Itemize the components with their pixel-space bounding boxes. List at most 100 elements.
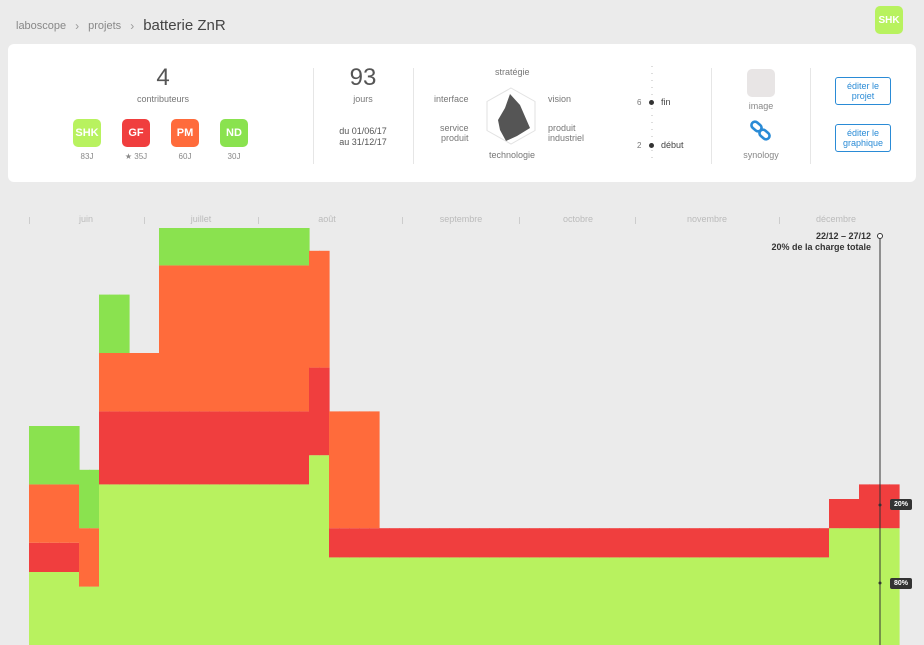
chart-segment-shk[interactable] [469, 557, 480, 645]
chart-segment-gf[interactable] [379, 528, 390, 558]
edit-chart-button[interactable]: éditer le graphique [835, 124, 891, 152]
chart-segment-gf[interactable] [819, 528, 830, 558]
chart-segment-gf[interactable] [149, 411, 160, 485]
chart-segment-shk[interactable] [319, 455, 330, 645]
chart-segment-gf[interactable] [709, 528, 720, 558]
chart-segment-gf[interactable] [569, 528, 580, 558]
chart-segment-shk[interactable] [259, 484, 270, 645]
chart-segment-gf[interactable] [219, 411, 230, 485]
chart-segment-gf[interactable] [769, 528, 780, 558]
chart-segment-pm[interactable] [149, 353, 160, 412]
chart-segment-gf[interactable] [869, 484, 880, 529]
chart-segment-shk[interactable] [729, 557, 740, 645]
chart-segment-shk[interactable] [219, 484, 230, 645]
chart-segment-pm[interactable] [259, 265, 270, 412]
chart-segment-shk[interactable] [579, 557, 590, 645]
chart-segment-nd[interactable] [49, 426, 60, 485]
chart-segment-shk[interactable] [659, 557, 670, 645]
chart-segment-pm[interactable] [299, 265, 310, 412]
avatar[interactable]: ND [220, 119, 248, 147]
chart-segment-nd[interactable] [199, 228, 210, 266]
chart-segment-shk[interactable] [189, 484, 200, 645]
member-shk[interactable]: SHK 83J [73, 119, 101, 161]
chart-segment-shk[interactable] [839, 528, 850, 645]
chart-segment-gf[interactable] [369, 528, 380, 558]
chart-segment-pm[interactable] [169, 265, 180, 412]
chart-segment-gf[interactable] [109, 411, 120, 485]
chart-segment-gf[interactable] [759, 528, 770, 558]
chart-segment-pm[interactable] [139, 353, 150, 412]
chart-segment-shk[interactable] [859, 528, 870, 645]
chart-segment-shk[interactable] [829, 528, 840, 645]
chart-segment-shk[interactable] [489, 557, 500, 645]
chart-segment-gf[interactable] [669, 528, 680, 558]
chart-segment-shk[interactable] [719, 557, 730, 645]
chart-segment-shk[interactable] [89, 586, 100, 645]
chart-segment-gf[interactable] [269, 411, 280, 485]
chart-segment-gf[interactable] [409, 528, 420, 558]
synology-label[interactable]: synology [731, 150, 791, 160]
timeline-end-dot[interactable] [649, 100, 654, 105]
chart-segment-gf[interactable] [739, 528, 750, 558]
chart-segment-shk[interactable] [669, 557, 680, 645]
chart-segment-shk[interactable] [459, 557, 470, 645]
chart-segment-pm[interactable] [129, 353, 140, 412]
chart-segment-shk[interactable] [49, 572, 60, 645]
chart-segment-shk[interactable] [709, 557, 720, 645]
chart-segment-shk[interactable] [129, 484, 140, 645]
chart-segment-shk[interactable] [649, 557, 660, 645]
chart-segment-shk[interactable] [569, 557, 580, 645]
chart-segment-nd[interactable] [79, 469, 90, 529]
chart-segment-shk[interactable] [499, 557, 510, 645]
chart-segment-nd[interactable] [29, 426, 40, 485]
chart-segment-shk[interactable] [849, 528, 860, 645]
member-gf[interactable]: GF ★ 35J [122, 119, 150, 161]
chart-segment-pm[interactable] [179, 265, 190, 412]
chart-segment-shk[interactable] [239, 484, 250, 645]
chart-segment-shk[interactable] [699, 557, 710, 645]
chart-segment-nd[interactable] [119, 294, 130, 353]
chart-segment-shk[interactable] [29, 572, 40, 645]
chart-segment-gf[interactable] [499, 528, 510, 558]
chart-segment-pm[interactable] [119, 353, 130, 412]
chart-segment-pm[interactable] [239, 265, 250, 412]
chart-segment-shk[interactable] [759, 557, 770, 645]
chart-segment-nd[interactable] [239, 228, 250, 266]
chart-segment-pm[interactable] [99, 353, 110, 412]
chart-segment-gf[interactable] [469, 528, 480, 558]
chart-segment-gf[interactable] [429, 528, 440, 558]
chart-segment-gf[interactable] [59, 542, 70, 572]
chart-segment-pm[interactable] [209, 265, 220, 412]
chart-segment-gf[interactable] [539, 528, 550, 558]
chart-segment-pm[interactable] [59, 484, 70, 543]
chart-segment-shk[interactable] [209, 484, 220, 645]
chart-segment-shk[interactable] [339, 557, 350, 645]
chart-segment-gf[interactable] [859, 484, 870, 529]
chart-segment-shk[interactable] [69, 572, 80, 645]
edit-project-button[interactable]: éditer le projet [835, 77, 891, 105]
chart-segment-shk[interactable] [169, 484, 180, 645]
chart-segment-shk[interactable] [879, 528, 890, 645]
chart-segment-gf[interactable] [639, 528, 650, 558]
chart-segment-shk[interactable] [99, 484, 110, 645]
chart-segment-shk[interactable] [479, 557, 490, 645]
chart-segment-nd[interactable] [179, 228, 190, 266]
chart-segment-gf[interactable] [489, 528, 500, 558]
chart-segment-nd[interactable] [229, 228, 240, 266]
chart-segment-gf[interactable] [159, 411, 170, 485]
avatar[interactable]: SHK [73, 119, 101, 147]
chart-segment-gf[interactable] [99, 411, 110, 485]
chart-segment-gf[interactable] [189, 411, 200, 485]
chart-segment-shk[interactable] [39, 572, 50, 645]
chart-segment-shk[interactable] [429, 557, 440, 645]
chart-segment-nd[interactable] [109, 294, 120, 353]
chart-segment-shk[interactable] [589, 557, 600, 645]
chart-segment-pm[interactable] [189, 265, 200, 412]
chart-segment-shk[interactable] [329, 557, 340, 645]
avatar[interactable]: GF [122, 119, 150, 147]
chart-segment-shk[interactable] [539, 557, 550, 645]
chart-segment-gf[interactable] [249, 411, 260, 485]
chart-segment-gf[interactable] [289, 411, 300, 485]
chart-segment-shk[interactable] [349, 557, 360, 645]
chart-segment-gf[interactable] [39, 542, 50, 572]
